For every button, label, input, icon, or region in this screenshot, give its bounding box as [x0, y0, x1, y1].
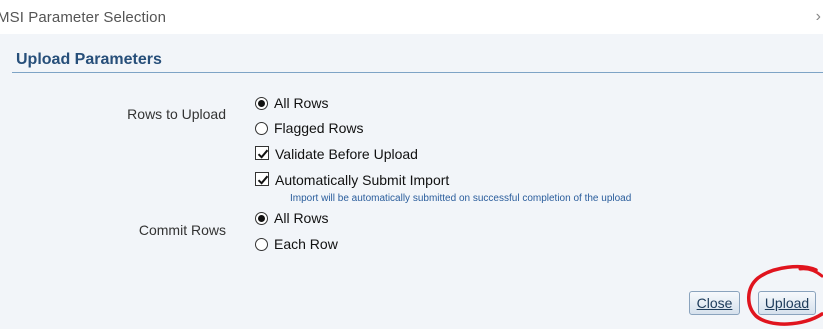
- commit-each-label[interactable]: Each Row: [274, 236, 338, 252]
- commit-rows-label: Commit Rows: [138, 222, 226, 238]
- validate-before-upload-label[interactable]: Validate Before Upload: [275, 146, 418, 162]
- close-button[interactable]: Close: [689, 291, 740, 315]
- commit-all-label[interactable]: All Rows: [274, 210, 328, 226]
- chevron-right-icon[interactable]: ›: [816, 8, 821, 26]
- rows-all-label[interactable]: All Rows: [274, 95, 328, 111]
- checkbox-check-icon: [257, 149, 269, 159]
- commit-each-radio[interactable]: [255, 238, 268, 251]
- annotation-circle: [747, 264, 823, 326]
- auto-submit-import-checkbox[interactable]: [255, 172, 269, 186]
- section-divider: [12, 72, 823, 73]
- rows-to-upload-label: Rows to Upload: [127, 106, 226, 122]
- commit-all-radio[interactable]: [255, 212, 268, 225]
- auto-submit-import-label[interactable]: Automatically Submit Import: [275, 172, 449, 188]
- auto-submit-hint: Import will be automatically submitted o…: [290, 193, 632, 204]
- rows-flagged-radio[interactable]: [255, 122, 268, 135]
- dialog-title: MSI Parameter Selection: [0, 9, 167, 26]
- rows-flagged-label[interactable]: Flagged Rows: [274, 120, 364, 136]
- validate-before-upload-checkbox[interactable]: [255, 146, 269, 160]
- dialog-titlebar: MSI Parameter Selection ›: [0, 0, 823, 34]
- checkbox-check-icon: [257, 175, 269, 185]
- section-header: Upload Parameters: [16, 51, 162, 68]
- rows-all-radio[interactable]: [255, 97, 268, 110]
- close-button-label: Close: [696, 295, 733, 311]
